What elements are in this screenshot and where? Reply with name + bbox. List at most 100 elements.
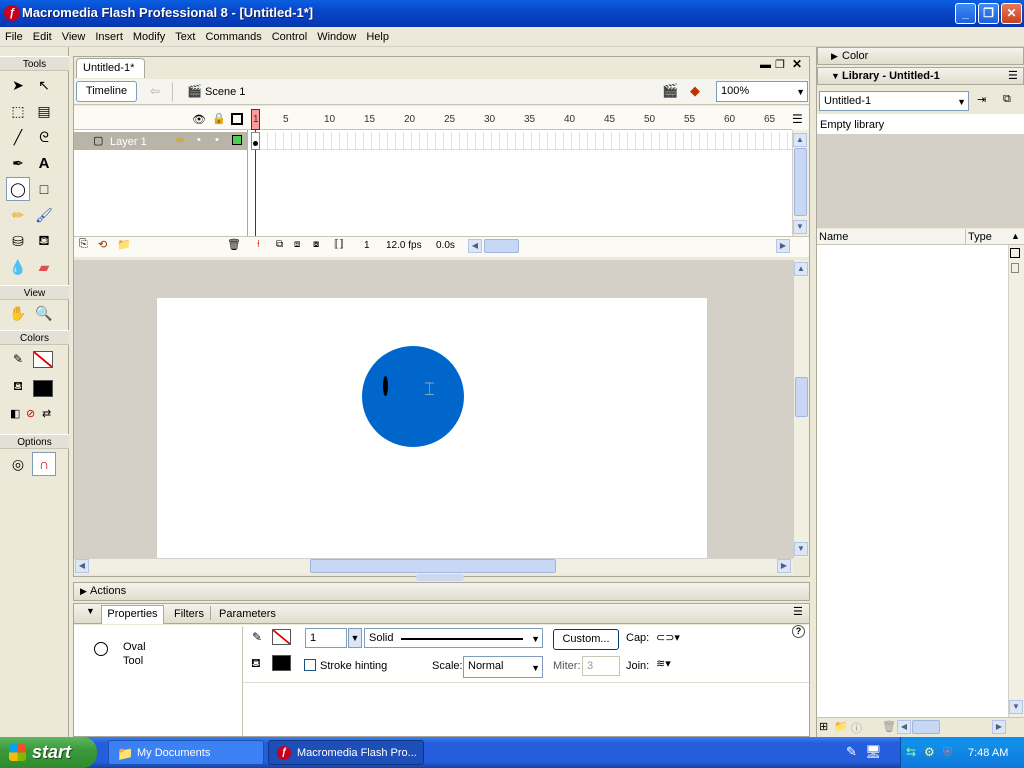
trash-icon[interactable]: 🗑 <box>227 238 241 251</box>
add-motion-guide-icon[interactable]: ⟲ <box>98 238 107 251</box>
document-tab[interactable]: Untitled-1* <box>76 58 145 78</box>
cap-select-icon[interactable]: ⊂⊃▾ <box>656 631 680 644</box>
hand-tool-icon[interactable]: ✋ <box>6 301 30 325</box>
brush-tool-icon[interactable]: 🖌 <box>32 203 56 227</box>
visible-dot[interactable]: • <box>197 134 201 146</box>
scroll-right-arrow[interactable]: ▶ <box>777 559 791 573</box>
rectangle-tool-icon[interactable]: □ <box>32 177 56 201</box>
menu-control[interactable]: Control <box>267 27 312 47</box>
color-panel-header[interactable]: ▶ Color <box>817 47 1024 65</box>
new-symbol-icon[interactable]: ⊞ <box>819 720 828 733</box>
tab-properties[interactable]: Properties <box>101 605 164 624</box>
taskbar-item-flash[interactable]: ƒ Macromedia Flash Pro... <box>268 740 424 765</box>
frames-hscroll-thumb[interactable] <box>484 239 519 253</box>
edit-multiple-frames-icon[interactable]: ⧇ <box>313 239 319 250</box>
security-tray-icon[interactable]: ⛨ <box>943 745 952 760</box>
pen-tool-icon[interactable]: ✒ <box>6 151 30 175</box>
menu-commands[interactable]: Commands <box>200 27 266 47</box>
onion-skin-icon[interactable]: ⧉ <box>276 239 283 250</box>
scroll-down-arrow[interactable]: ▼ <box>793 220 807 234</box>
scroll-thumb[interactable] <box>795 377 808 417</box>
properties-icon[interactable]: ⓘ <box>851 720 862 736</box>
fill-color-swatch[interactable] <box>33 380 53 397</box>
eyedropper-tool-icon[interactable]: 💧 <box>6 255 30 279</box>
modify-markers-icon[interactable]: ⟦⟧ <box>334 239 344 250</box>
scene-label[interactable]: Scene 1 <box>205 86 245 98</box>
zoom-select[interactable]: 100% ▼ <box>716 81 808 102</box>
zoom-tool-icon[interactable]: 🔍 <box>32 301 56 325</box>
line-tool-icon[interactable]: ╱ <box>6 125 30 149</box>
scroll-left-arrow[interactable]: ◀ <box>468 239 482 253</box>
sort-icon[interactable]: ▲ <box>1011 231 1020 241</box>
tab-filters[interactable]: Filters <box>174 608 204 620</box>
update-tray-icon[interactable]: ⚙ <box>924 745 935 759</box>
timeline-button[interactable]: Timeline <box>76 81 137 102</box>
subselection-tool-icon[interactable]: ↖ <box>32 73 56 97</box>
menu-edit[interactable]: Edit <box>28 27 57 47</box>
free-transform-tool-icon[interactable]: ⬚ <box>6 99 30 123</box>
pencil-tool-icon[interactable]: ✏ <box>6 203 30 227</box>
scroll-right-arrow[interactable]: ▶ <box>992 720 1006 734</box>
panel-splitter[interactable] <box>416 574 464 581</box>
oval-tool-icon[interactable]: ◯ <box>6 177 30 201</box>
layer-frames-row[interactable] <box>260 132 792 150</box>
quicklaunch-desktop-icon[interactable]: 🖥 <box>865 744 882 760</box>
menu-file[interactable]: File <box>0 27 28 47</box>
quicklaunch-tool-icon[interactable]: ✎ <box>846 744 857 760</box>
menu-help[interactable]: Help <box>361 27 394 47</box>
doc-minimize-icon[interactable]: ▬ <box>760 59 771 71</box>
library-list[interactable] <box>817 245 1008 717</box>
narrow-view-icon[interactable] <box>1011 263 1019 273</box>
insert-folder-icon[interactable]: 📁 <box>117 238 131 251</box>
scroll-left-arrow[interactable]: ◀ <box>75 559 89 573</box>
text-tool-icon[interactable]: A <box>32 151 56 175</box>
lasso-tool-icon[interactable]: ᘓ <box>32 125 56 149</box>
library-panel-header[interactable]: ▼ Library - Untitled-1 <box>817 67 1024 85</box>
tab-parameters[interactable]: Parameters <box>219 608 276 620</box>
panel-menu-icon[interactable]: ☰ <box>1008 69 1018 82</box>
help-icon[interactable]: ? <box>792 625 805 638</box>
arrow-tool-icon[interactable]: ➤ <box>6 73 30 97</box>
stroke-color-swatch[interactable] <box>272 629 291 645</box>
column-type[interactable]: Type <box>968 231 992 243</box>
join-select-icon[interactable]: ≋▾ <box>656 657 671 670</box>
eye-icon[interactable]: 👁 <box>192 113 206 126</box>
swap-colors-icon[interactable]: ⇄ <box>42 407 51 420</box>
lock-dot[interactable]: • <box>215 134 219 146</box>
no-color-icon[interactable]: ⊘ <box>26 407 35 420</box>
pin-library-icon[interactable]: ⇥ <box>977 93 986 106</box>
outline-icon[interactable] <box>231 113 243 125</box>
scroll-thumb[interactable] <box>912 720 940 734</box>
fill-color-swatch[interactable] <box>272 655 291 671</box>
scroll-left-arrow[interactable]: ◀ <box>897 720 911 734</box>
doc-restore-icon[interactable]: ❐ <box>775 58 785 71</box>
layer-name[interactable]: Layer 1 <box>110 136 147 148</box>
taskbar-item-my-documents[interactable]: 📁 My Documents <box>108 740 264 765</box>
timeline-menu-icon[interactable]: ☰ <box>792 112 803 126</box>
close-button[interactable]: ✕ <box>1001 3 1022 24</box>
center-frame-icon[interactable]: ⍿ <box>257 239 260 250</box>
lock-icon[interactable]: 🔒 <box>212 112 226 125</box>
minimize-button[interactable]: _ <box>955 3 976 24</box>
menu-window[interactable]: Window <box>312 27 361 47</box>
restore-button[interactable]: ❐ <box>978 3 999 24</box>
network-tray-icon[interactable]: ⇆ <box>906 745 916 759</box>
start-button[interactable]: start <box>0 737 97 768</box>
stroke-hinting-checkbox[interactable] <box>304 659 316 671</box>
menu-view[interactable]: View <box>57 27 91 47</box>
scroll-up-arrow[interactable]: ▲ <box>793 133 807 147</box>
paint-bucket-tool-icon[interactable]: ⛾ <box>32 229 56 253</box>
stroke-height-dropdown-icon[interactable]: ▼ <box>348 628 362 648</box>
stroke-height-input[interactable]: 1 <box>305 628 347 648</box>
black-white-icon[interactable]: ◧ <box>10 407 20 420</box>
menu-text[interactable]: Text <box>170 27 200 47</box>
new-folder-icon[interactable]: 📁 <box>834 720 848 733</box>
scroll-thumb[interactable] <box>310 559 556 573</box>
scroll-down-arrow[interactable]: ▼ <box>1009 700 1023 714</box>
menu-insert[interactable]: Insert <box>90 27 128 47</box>
library-select[interactable]: Untitled-1 ▼ <box>819 91 969 111</box>
snap-magnet-icon[interactable]: ∩ <box>32 452 56 476</box>
collapse-arrow-icon[interactable]: ▼ <box>86 606 95 616</box>
panel-menu-icon[interactable]: ☰ <box>793 605 803 618</box>
new-library-panel-icon[interactable]: ⧉ <box>1003 93 1011 106</box>
